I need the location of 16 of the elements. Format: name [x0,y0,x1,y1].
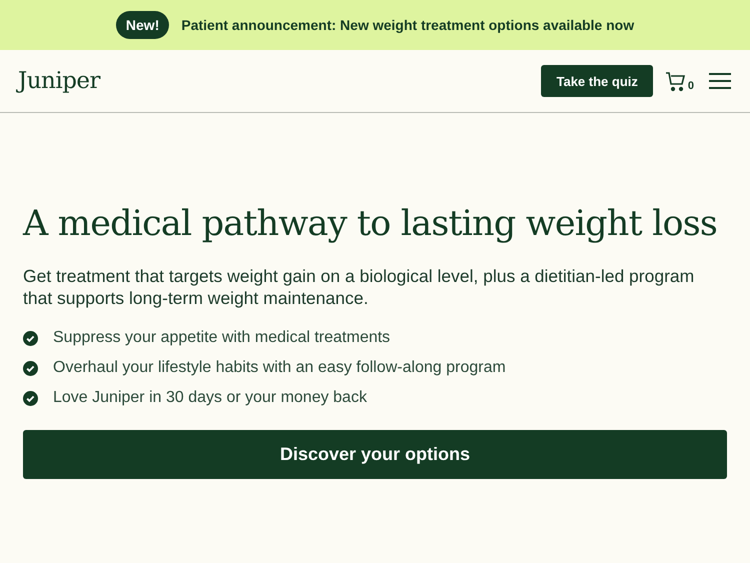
cart-count: 0 [688,80,694,92]
benefit-text: Love Juniper in 30 days or your money back [53,389,367,407]
discover-button[interactable]: Discover your options [23,430,727,479]
check-icon [23,330,38,346]
benefit-text: Suppress your appetite with medical treatments [53,329,390,347]
check-icon [23,390,38,406]
new-badge: New! [116,11,170,39]
menu-icon[interactable] [708,72,732,90]
benefit-text: Overhaul your lifestyle habits with an easy follow-along program [53,359,506,377]
hero-title: A medical pathway to lasting weight loss [23,203,718,246]
check-icon [23,360,38,376]
hero-subtitle: Get treatment that targets weight gain on a biological level, plus a dietitian-led program that supports long-term weight maintenance. [23,265,696,309]
cart-icon[interactable] [664,70,687,92]
logo[interactable]: Juniper [18,68,100,94]
quiz-button[interactable]: Take the quiz [541,65,653,97]
announcement-text[interactable]: Patient announcement: New weight treatment options available now [181,17,634,33]
